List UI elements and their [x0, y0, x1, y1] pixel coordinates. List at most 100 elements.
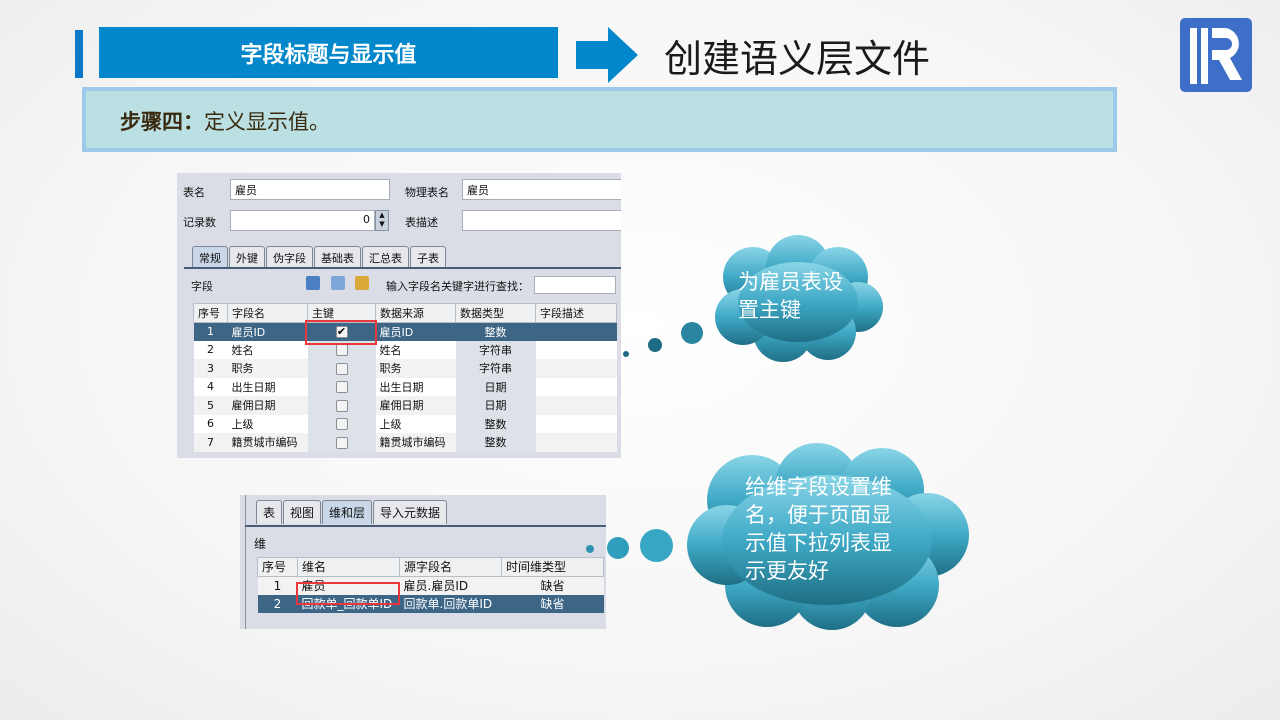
data-type[interactable]: 日期 [455, 396, 536, 415]
field-description[interactable] [535, 396, 617, 415]
col-header[interactable]: 维名 [297, 557, 400, 577]
col-header[interactable]: 时间维类型 [501, 557, 604, 577]
tab-pseudo-field[interactable]: 伪字段 [266, 246, 313, 269]
primary-key-cell[interactable] [307, 414, 376, 433]
primary-key-cell[interactable] [307, 396, 376, 415]
data-source[interactable]: 上级 [375, 414, 456, 433]
row-number: 4 [193, 377, 228, 396]
step-text: 定义显示值。 [204, 110, 330, 134]
field-description[interactable] [535, 377, 617, 396]
table-name-input[interactable]: 雇员 [230, 179, 390, 200]
callout-text-2: 给维字段设置维名，便于页面显示值下拉列表显示更友好 [745, 475, 892, 583]
data-type[interactable]: 日期 [455, 377, 536, 396]
primary-key-checkbox[interactable] [335, 436, 348, 449]
primary-key-cell[interactable] [307, 359, 376, 378]
col-header[interactable]: 数据来源 [375, 303, 456, 323]
col-header[interactable]: 字段描述 [535, 303, 617, 323]
data-source[interactable]: 雇员ID [375, 322, 456, 341]
time-dimension-type[interactable]: 缺省 [501, 576, 604, 595]
table-row[interactable]: 4 出生日期 出生日期 日期 [193, 377, 617, 396]
col-header[interactable]: 序号 [257, 557, 298, 577]
data-source[interactable]: 职务 [375, 359, 456, 378]
primary-key-cell[interactable] [307, 377, 376, 396]
field-name[interactable]: 雇员ID [227, 322, 308, 341]
field-description[interactable] [535, 414, 617, 433]
primary-key-cell[interactable] [307, 433, 376, 452]
tab-bar: 表视图 维和层 导入元数据 [256, 500, 448, 524]
table-row[interactable]: 7 籍贯城市编码 籍贯城市编码 整数 [193, 433, 617, 452]
data-type[interactable]: 整数 [455, 414, 536, 433]
add-field-icon[interactable] [306, 276, 320, 290]
data-source[interactable]: 雇佣日期 [375, 396, 456, 415]
table-editor-panel: 表名 雇员 物理表名 雇员 记录数 0 ▲ ▼ 表描述 常规 外键 伪字段 基础表 汇总表… [177, 173, 621, 458]
primary-key-checkbox[interactable] [335, 399, 348, 412]
tab-divider [184, 267, 621, 270]
row-number: 5 [193, 396, 228, 415]
tab-dimension-level[interactable]: 维和层 [322, 500, 373, 524]
source-field[interactable]: 回款单.回款单ID [399, 594, 502, 613]
paste-icon[interactable] [355, 276, 369, 290]
data-source[interactable]: 籍贯城市编码 [375, 433, 456, 452]
splitter[interactable] [245, 495, 246, 629]
thought-dot [607, 537, 629, 559]
thought-dot [586, 545, 594, 553]
field-search-input[interactable] [534, 276, 616, 294]
record-count-input[interactable]: 0 [230, 210, 375, 231]
thought-dot [640, 529, 673, 562]
accent-bar [75, 30, 83, 78]
table-row[interactable]: 6 上级 上级 整数 [193, 414, 617, 433]
table-row[interactable]: 3 职务 职务 字符串 [193, 359, 617, 378]
primary-key-checkbox[interactable] [335, 362, 348, 375]
source-field[interactable]: 雇员.雇员ID [399, 576, 502, 595]
fields-table: 序号 字段名 主键 数据来源 数据类型 字段描述 1 雇员ID ✔ 雇员ID 整… [193, 303, 617, 452]
col-header[interactable]: 源字段名 [399, 557, 502, 577]
tab-table[interactable]: 表 [256, 500, 283, 524]
table-row[interactable]: 5 雇佣日期 雇佣日期 日期 [193, 396, 617, 415]
field-name[interactable]: 籍贯城市编码 [227, 433, 308, 452]
physical-name-label: 物理表名 [405, 186, 449, 199]
field-description[interactable] [535, 340, 617, 359]
dimension-editor-panel: 表视图 维和层 导入元数据 维 序号 维名 源字段名 时间维类型 1 雇员 雇员.雇… [240, 495, 606, 629]
primary-key-checkbox[interactable] [335, 418, 348, 431]
logo-icon [1180, 18, 1252, 92]
primary-key-checkbox[interactable] [335, 344, 348, 357]
field-name[interactable]: 职务 [227, 359, 308, 378]
dimension-label: 维 [254, 537, 267, 551]
tab-summary-table[interactable]: 汇总表 [362, 246, 409, 269]
tab-general[interactable]: 常规 [192, 246, 228, 269]
field-description[interactable] [535, 433, 617, 452]
table-name-label: 表名 [183, 186, 205, 199]
field-name[interactable]: 出生日期 [227, 377, 308, 396]
data-type[interactable]: 字符串 [455, 359, 536, 378]
data-source[interactable]: 姓名 [375, 340, 456, 359]
data-type[interactable]: 整数 [455, 433, 536, 452]
copy-icon[interactable] [331, 276, 345, 290]
field-description[interactable] [535, 322, 617, 341]
table-row[interactable]: 1 雇员ID ✔ 雇员ID 整数 [193, 322, 617, 341]
col-header[interactable]: 字段名 [227, 303, 308, 323]
step-prefix: 步骤四： [120, 109, 204, 134]
field-description[interactable] [535, 359, 617, 378]
tab-base-table[interactable]: 基础表 [314, 246, 361, 269]
col-header[interactable]: 序号 [193, 303, 228, 323]
row-number: 6 [193, 414, 228, 433]
tab-foreign-key[interactable]: 外键 [229, 246, 265, 269]
field-name[interactable]: 姓名 [227, 340, 308, 359]
spinner-button[interactable]: ▲ ▼ [375, 210, 389, 231]
table-row[interactable]: 2 姓名 姓名 字符串 [193, 340, 617, 359]
physical-name-input[interactable]: 雇员 [462, 179, 621, 200]
col-header[interactable]: 数据类型 [455, 303, 536, 323]
tab-import-metadata[interactable]: 导入元数据 [373, 500, 448, 524]
data-type[interactable]: 整数 [455, 322, 536, 341]
data-type[interactable]: 字符串 [455, 340, 536, 359]
row-number: 3 [193, 359, 228, 378]
time-dimension-type[interactable]: 缺省 [501, 594, 604, 613]
field-name[interactable]: 雇佣日期 [227, 396, 308, 415]
data-source[interactable]: 出生日期 [375, 377, 456, 396]
tab-view[interactable]: 视图 [283, 500, 322, 524]
tab-sub-table[interactable]: 子表 [410, 246, 446, 269]
primary-key-checkbox[interactable] [335, 381, 348, 394]
table-desc-input[interactable] [462, 210, 621, 231]
row-number: 1 [257, 576, 298, 595]
field-name[interactable]: 上级 [227, 414, 308, 433]
